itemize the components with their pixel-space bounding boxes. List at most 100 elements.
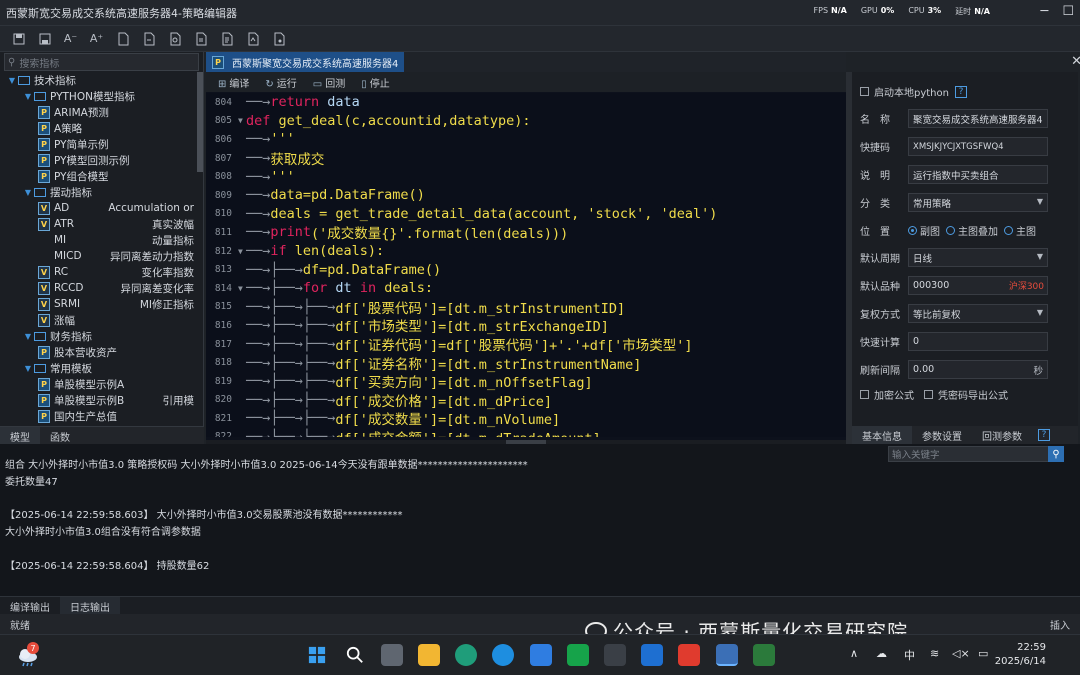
position-subchart[interactable]: 副图 [908,223,940,238]
code-line[interactable]: 811 ──→ print ('成交数量{}'.format(len(deals))) [206,223,846,242]
font-increase-icon[interactable]: A⁺ [88,30,105,47]
store-icon[interactable] [530,644,552,666]
code-area[interactable]: 804 ──→ return data 805 ▼ def get_deal (c,acco… [206,93,846,437]
output-search-input[interactable]: 输入关键字 ⚲ [888,446,1064,462]
trading-app-icon[interactable] [716,644,738,666]
expand-icon[interactable]: ▼ [22,188,34,197]
code-line[interactable]: 819 ──→├──→├──→ df['买卖方向']=[dt.m_nOffsetFl… [206,372,846,391]
ime-indicator[interactable]: 中 [904,647,915,663]
indicator-search[interactable]: ⚲ 搜索指标 [4,53,199,71]
battery-icon[interactable]: ▭ [978,647,988,660]
encrypt-option[interactable]: 加密公式 [860,387,914,402]
task-view-icon[interactable] [381,644,403,666]
tree-item[interactable]: P PY模型回测示例 [0,152,198,168]
green-app-icon[interactable] [567,644,589,666]
tree-item[interactable]: MI 动量指标 [0,232,198,248]
tree-item[interactable]: V ATR 真实波幅 [0,216,198,232]
code-line[interactable]: 806 ──→ ''' [206,130,846,149]
file-explorer-icon[interactable] [418,644,440,666]
expand-icon[interactable]: ▼ [6,76,18,85]
tree-item[interactable]: ▼ 技术指标 [0,72,198,88]
local-python-option[interactable]: 启动本地python ? [860,84,967,99]
expand-icon[interactable]: ▼ [22,332,34,341]
category-select[interactable]: 常用策略 ▼ [908,193,1048,212]
compile-button[interactable]: ⊞ 编译 [218,75,249,90]
terminal-app-icon[interactable] [753,644,775,666]
position-overlay[interactable]: 主图叠加 [946,223,998,238]
tree-item[interactable]: V AD Accumulation or [0,200,198,216]
code-line[interactable]: 817 ──→├──→├──→ df['证券代码']=df['股票代码']+'.'+… [206,335,846,354]
fold-icon[interactable]: ▼ [238,284,246,293]
tab-param-settings[interactable]: 参数设置 [912,426,972,444]
tab-function[interactable]: 函数 [40,427,80,444]
tree-item[interactable]: MICD 异同离差动力指数 [0,248,198,264]
chevron-up-icon[interactable]: ∧ [850,647,858,660]
cube-app-icon[interactable] [604,644,626,666]
tree-item[interactable]: V RC 变化率指数 [0,264,198,280]
tree-item[interactable]: V RCCD 异同离差变化率 [0,280,198,296]
description-field[interactable]: 运行指数中买卖组合 [908,165,1048,184]
code-line[interactable]: 804 ──→ return data [206,93,846,112]
help-icon[interactable]: ? [1038,429,1050,441]
start-icon[interactable] [306,644,328,666]
tab-basic-info[interactable]: 基本信息 [852,426,912,444]
tree-item[interactable]: ▼ PYTHON模型指标 [0,88,198,104]
tree-item[interactable]: P PY组合模型 [0,168,198,184]
save-icon[interactable] [36,30,53,47]
code-line[interactable]: 818 ──→├──→├──→ df['证券名称']=[dt.m_strInstru… [206,353,846,373]
fold-icon[interactable]: ▼ [238,247,246,256]
expand-icon[interactable]: ▼ [22,364,34,373]
tree-item[interactable]: P 股本营收资产 [0,344,198,360]
tree-item[interactable]: ▼ 摆动指标 [0,184,198,200]
code-line[interactable]: 821 ──→├──→├──→ df['成交数量']=[dt.m_nVolume] [206,409,846,428]
tree-item[interactable]: P 单股模型示例A [0,376,198,392]
edge-dev-icon[interactable] [492,644,514,666]
import-icon[interactable] [114,30,131,47]
tree-item[interactable]: P ARIMA预测 [0,104,198,120]
clock[interactable]: 22:59 2025/6/14 [995,641,1046,669]
edge-icon[interactable] [455,644,477,666]
font-decrease-icon[interactable]: A⁻ [62,30,79,47]
tree-item[interactable]: P A策略 [0,120,198,136]
outlook-icon[interactable] [641,644,663,666]
tree-scrollbar[interactable] [197,72,203,172]
code-line[interactable]: 813 ──→├──→ df=pd.DataFrame() [206,260,846,279]
wps-icon[interactable] [678,644,700,666]
wifi-icon[interactable]: ≋ [930,647,939,660]
settings-doc-icon[interactable] [270,30,287,47]
tree-item[interactable]: P 单股模型示例B 引用模 [0,392,198,408]
symbol-field[interactable]: 000300 沪深300 [908,276,1048,295]
fold-icon[interactable]: ▼ [238,116,246,125]
export-option[interactable]: 凭密码导出公式 [924,387,1008,402]
close-icon[interactable]: ✕ [1071,54,1080,69]
find-icon[interactable] [166,30,183,47]
help-icon[interactable]: ? [954,85,967,98]
shortcut-field[interactable]: XMSJKJYCJXTGSFWQ4 [908,137,1048,156]
position-main[interactable]: 主图 [1004,223,1036,238]
run-button[interactable]: ↻ 运行 [265,75,296,90]
code-line[interactable]: 810 ──→ deals = get_trade_detail_data(acco… [206,205,846,224]
fastcalc-field[interactable]: 0 [908,332,1048,351]
document-icon[interactable] [218,30,235,47]
tree-item[interactable]: ▼ 财务指标 [0,328,198,344]
tab-log-output[interactable]: 日志输出 [60,597,120,614]
code-line[interactable]: 816 ──→├──→├──→ df['市场类型']=[dt.m_strExchan… [206,316,846,335]
backtest-button[interactable]: ▭ 回测 [313,75,345,90]
export-icon[interactable] [140,30,157,47]
tree-item[interactable]: P PY简单示例 [0,136,198,152]
refresh-field[interactable]: 0.00 秒 [908,360,1048,379]
code-line[interactable]: 807 ──→ 获取成交 [206,149,846,168]
tab-model[interactable]: 模型 [0,427,40,444]
search-icon[interactable] [344,644,366,666]
tab-compile-output[interactable]: 编译输出 [0,597,60,614]
tree-item[interactable]: V SRMI MI修正指标 [0,296,198,312]
minimize-icon[interactable]: ─ [1041,4,1049,19]
stop-button[interactable]: ▯ 停止 [361,75,390,90]
expand-icon[interactable]: ▼ [22,92,34,101]
tree-item[interactable]: ▼ 常用模板 [0,360,198,376]
new-file-icon[interactable] [10,30,27,47]
tab-backtest-params[interactable]: 回测参数 [972,426,1032,444]
tree-item[interactable]: V 涨幅 [0,312,198,328]
search-icon[interactable]: ⚲ [1048,446,1064,462]
code-line[interactable]: 822 ──→├──→├──→df['成交金额']=[dt.m_dTradeAmo… [206,428,846,437]
